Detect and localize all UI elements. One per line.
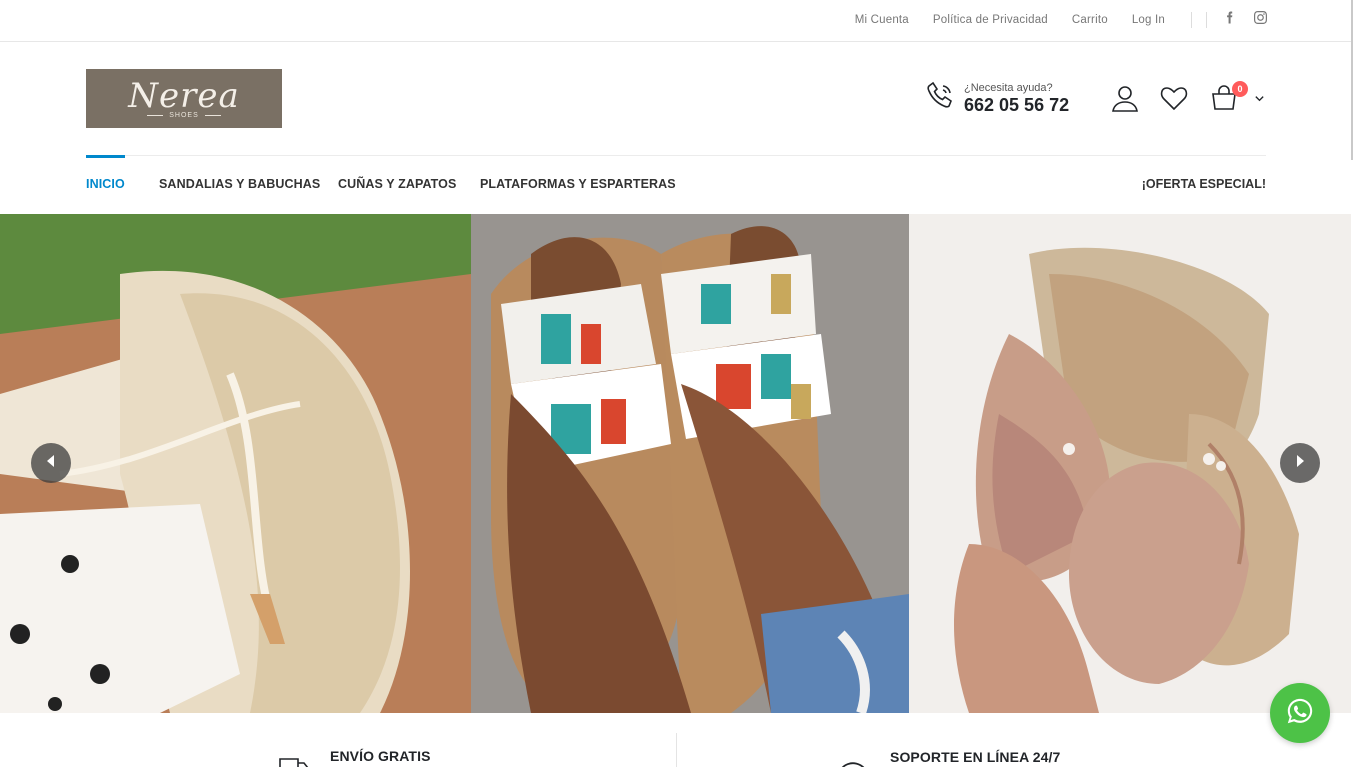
nav-item-inicio[interactable]: INICIO xyxy=(86,155,125,213)
facebook-icon[interactable] xyxy=(1223,11,1236,29)
info-title: SOPORTE EN LÍNEA 24/7 xyxy=(890,749,1061,765)
chevron-down-icon[interactable] xyxy=(1254,91,1265,109)
hero-slider xyxy=(0,214,1351,713)
info-strip: ENVÍO GRATIS SOPORTE EN LÍNEA 24/7 xyxy=(0,733,1353,767)
slider-prev-button[interactable] xyxy=(31,443,71,483)
top-divider xyxy=(1206,12,1207,28)
chevron-left-icon xyxy=(43,453,59,474)
help-phone-number[interactable]: 662 05 56 72 xyxy=(964,95,1069,116)
heart-icon[interactable] xyxy=(1160,84,1188,117)
user-icon[interactable] xyxy=(1111,84,1139,117)
info-title: ENVÍO GRATIS xyxy=(330,748,431,764)
privacy-policy-link[interactable]: Política de Privacidad xyxy=(933,14,1048,26)
site-logo[interactable]: Nerea SHOES xyxy=(86,69,282,128)
top-links: Mi Cuenta Política de Privacidad Carrito… xyxy=(831,0,1267,40)
nav-item-sandalias[interactable]: SANDALIAS Y BABUCHAS xyxy=(159,155,320,213)
login-link[interactable]: Log In xyxy=(1132,14,1165,26)
truck-icon xyxy=(278,755,310,767)
top-bar: Mi Cuenta Política de Privacidad Carrito… xyxy=(0,0,1353,42)
nav-item-plataformas[interactable]: PLATAFORMAS Y ESPARTERAS xyxy=(480,155,676,213)
help-label: ¿Necesita ayuda? xyxy=(964,81,1053,94)
info-support: SOPORTE EN LÍNEA 24/7 xyxy=(834,745,1060,767)
help-contact[interactable]: ¿Necesita ayuda? 662 05 56 72 xyxy=(924,80,1069,117)
top-divider xyxy=(1191,12,1192,28)
main-nav: INICIO SANDALIAS Y BABUCHAS CUÑAS Y ZAPA… xyxy=(86,155,1266,213)
whatsapp-button[interactable] xyxy=(1270,683,1330,743)
phone-icon xyxy=(924,80,964,117)
info-divider xyxy=(676,733,677,767)
my-account-link[interactable]: Mi Cuenta xyxy=(855,14,909,26)
cart-count-badge: 0 xyxy=(1232,81,1248,97)
instagram-icon[interactable] xyxy=(1254,11,1267,29)
chevron-right-icon xyxy=(1292,453,1308,474)
slide-image-beaded-sandals[interactable] xyxy=(471,214,909,713)
social-links xyxy=(1223,11,1267,29)
nav-item-special-offer[interactable]: ¡OFERTA ESPECIAL! xyxy=(1142,155,1266,213)
info-free-shipping: ENVÍO GRATIS xyxy=(278,745,431,767)
cart-link[interactable]: Carrito xyxy=(1072,14,1108,26)
logo-subtitle: SHOES xyxy=(147,112,221,119)
whatsapp-icon xyxy=(1285,696,1315,731)
nav-item-cunas[interactable]: CUÑAS Y ZAPATOS xyxy=(338,155,456,213)
support-24-icon xyxy=(834,752,868,767)
slider-next-button[interactable] xyxy=(1280,443,1320,483)
logo-wordmark: Nerea xyxy=(128,76,240,116)
